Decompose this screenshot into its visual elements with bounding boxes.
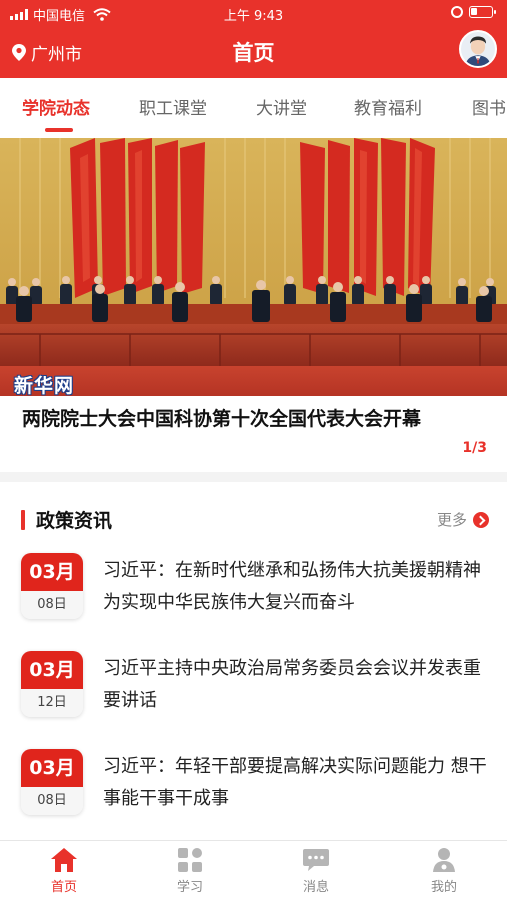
section-accent-bar — [21, 510, 25, 530]
date-day: 08日 — [21, 787, 83, 815]
tab-academy-news[interactable]: 学院动态 — [22, 94, 90, 119]
date-month: 03月 — [21, 651, 83, 689]
news-item[interactable]: 03月 12日 习近平主持中央政治局常务委员会会议并发表重要讲话 — [0, 651, 507, 735]
avatar[interactable] — [459, 30, 497, 68]
tab-books[interactable]: 图书 — [472, 94, 506, 119]
date-month: 03月 — [21, 749, 83, 787]
news-item[interactable]: 03月 08日 习近平：年轻干部要提高解决实际问题能力 想干事能干事干成事 — [0, 749, 507, 833]
user-icon — [433, 848, 455, 872]
orientation-lock-icon — [451, 6, 463, 18]
home-icon — [51, 848, 77, 872]
section-title: 政策资讯 — [36, 510, 113, 532]
grid-icon — [178, 848, 202, 872]
bottom-nav: 首页 学习 消息 我的 — [0, 840, 507, 900]
bottom-nav-label: 首页 — [50, 880, 77, 895]
banner-caption[interactable]: 两院院士大会中国科协第十次全国代表大会开幕 — [22, 404, 492, 431]
status-right — [451, 6, 496, 18]
more-label: 更多 — [436, 511, 467, 529]
bottom-nav-profile[interactable]: 我的 — [404, 847, 484, 895]
avatar-image — [461, 32, 495, 66]
policy-section-header: 政策资讯 更多 — [0, 498, 507, 538]
active-tab-indicator — [45, 128, 73, 132]
section-divider — [0, 472, 507, 482]
news-title: 习近平：年轻干部要提高解决实际问题能力 想干事能干事干成事 — [103, 756, 487, 809]
message-icon — [303, 849, 329, 871]
bottom-nav-label: 学习 — [176, 880, 203, 895]
tab-education-benefits[interactable]: 教育福利 — [354, 94, 422, 119]
banner-carousel[interactable]: 新华网 — [0, 138, 507, 396]
bottom-nav-label: 我的 — [430, 880, 457, 895]
battery-icon — [469, 6, 496, 18]
page-title: 首页 — [232, 41, 275, 65]
banner-page-counter: 1/3 — [462, 440, 487, 456]
nav-bar: 广州市 首页 — [0, 26, 507, 78]
bottom-nav-study[interactable]: 学习 — [150, 847, 230, 895]
news-title: 习近平：在新时代继承和弘扬伟大抗美援朝精神 为实现中华民族伟大复兴而奋斗 — [103, 560, 481, 613]
app-header: 中国电信 上午 9:43 广州市 首页 — [0, 0, 507, 78]
category-tabs: 学院动态 职工课堂 大讲堂 教育福利 图书 — [0, 78, 507, 136]
news-title: 习近平主持中央政治局常务委员会会议并发表重要讲话 — [103, 658, 481, 711]
status-time: 上午 9:43 — [223, 9, 284, 24]
chevron-right-icon — [473, 511, 489, 528]
banner-watermark: 新华网 — [14, 375, 75, 396]
date-day: 08日 — [21, 591, 83, 619]
news-item[interactable]: 03月 08日 习近平：在新时代继承和弘扬伟大抗美援朝精神 为实现中华民族伟大复… — [0, 553, 507, 637]
more-link[interactable]: 更多 — [437, 509, 489, 530]
tab-lecture-hall[interactable]: 大讲堂 — [256, 94, 307, 119]
bottom-nav-label: 消息 — [302, 880, 329, 895]
date-day: 12日 — [21, 689, 83, 717]
date-badge: 03月 12日 — [21, 651, 83, 717]
date-month: 03月 — [21, 553, 83, 591]
bottom-nav-messages[interactable]: 消息 — [276, 847, 356, 895]
banner-image — [0, 138, 507, 396]
status-bar: 中国电信 上午 9:43 — [0, 0, 507, 26]
date-badge: 03月 08日 — [21, 553, 83, 619]
date-badge: 03月 08日 — [21, 749, 83, 815]
bottom-nav-home[interactable]: 首页 — [24, 847, 104, 895]
tab-staff-class[interactable]: 职工课堂 — [139, 94, 207, 119]
